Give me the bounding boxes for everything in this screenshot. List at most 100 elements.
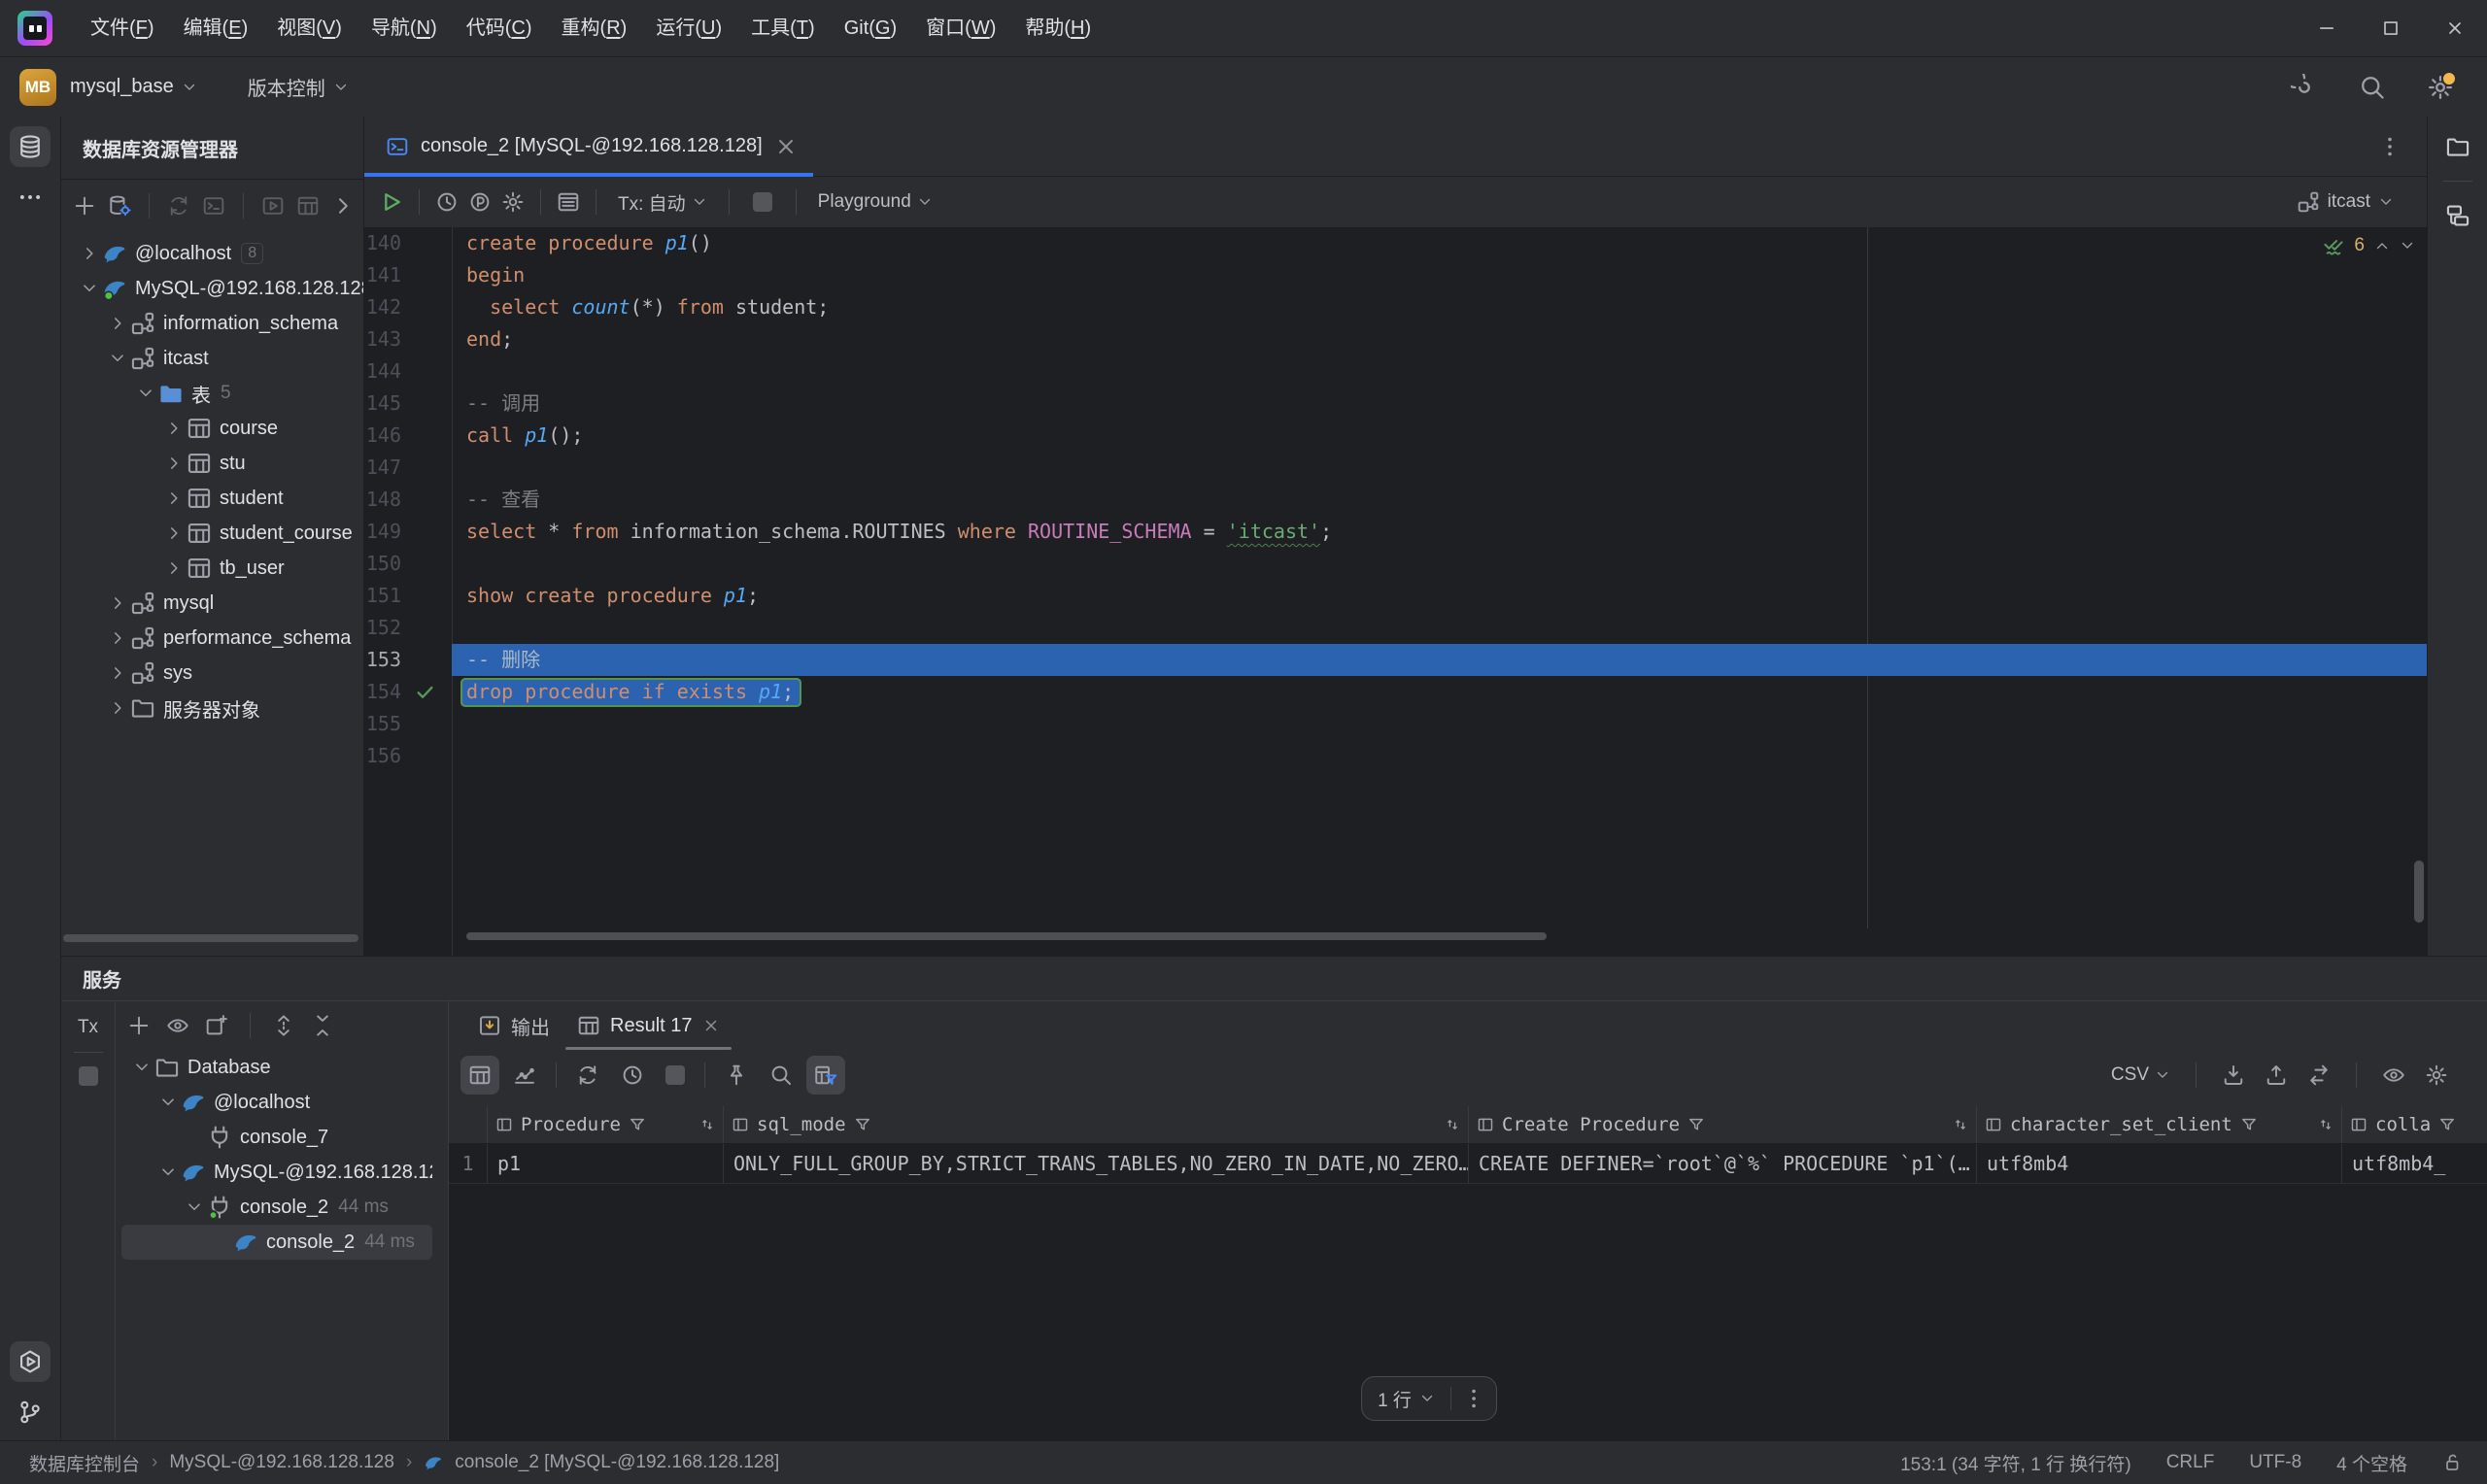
code-line[interactable] [452,708,2427,740]
sort-icon[interactable] [699,1117,715,1132]
tab-close-icon[interactable] [774,135,798,158]
grid-cell[interactable]: utf8mb4 [1977,1144,2342,1183]
files-stripe-button[interactable] [2437,126,2478,167]
chevron-right-icon[interactable] [182,1127,207,1148]
menu-item[interactable]: Git(G) [830,0,911,56]
code-line[interactable] [452,452,2427,484]
code-line[interactable]: -- 删除 [452,644,2427,676]
compare-data-icon[interactable] [2307,1063,2331,1087]
parameters-icon[interactable] [468,190,492,214]
filter-funnel-icon[interactable] [2438,1116,2456,1133]
column-header[interactable]: Create Procedure [1469,1106,1977,1143]
open-in-new-tab-icon[interactable] [205,1014,228,1037]
chevron-right-icon[interactable] [331,194,355,218]
explorer-horizontal-scrollbar[interactable] [63,934,358,942]
breadcrumb-item[interactable]: console_2 [MySQL-@192.168.128.128] [455,1452,779,1473]
grid-cell[interactable]: p1 [488,1144,724,1183]
row-count-pill[interactable]: 1 行 [1361,1376,1497,1421]
explorer-item[interactable]: 表5 [61,376,363,411]
code-line[interactable] [452,740,2427,772]
chevron-right-icon[interactable] [105,662,130,684]
schema-selector[interactable]: itcast [2297,190,2394,214]
explorer-item[interactable]: @localhost8 [61,236,363,271]
chevron-down-icon[interactable] [155,1092,181,1113]
line-ending[interactable]: CRLF [2166,1452,2215,1473]
explorer-item[interactable]: performance_schema [61,621,363,656]
in-editor-results-icon[interactable] [557,190,580,214]
menu-item[interactable]: 编辑(E) [169,0,263,56]
code-area[interactable]: create procedure p1()begin select count(… [452,227,2427,956]
settings-button[interactable] [2427,74,2454,101]
services-item[interactable]: console_244 ms [121,1190,432,1225]
services-item[interactable]: MySQL-@192.168.128.128 [121,1155,432,1190]
explorer-item[interactable]: stu [61,446,363,481]
result-grid-row[interactable]: 1p1ONLY_FULL_GROUP_BY,STRICT_TRANS_TABLE… [449,1144,2487,1184]
menu-item[interactable]: 文件(F) [76,0,169,56]
code-line[interactable]: call p1(); [452,420,2427,452]
chevron-down-icon[interactable] [129,1057,154,1078]
grid-cell[interactable]: CREATE DEFINER=`root`@`%` PROCEDURE `p1`… [1469,1144,1977,1183]
code-line[interactable]: show create procedure p1; [452,580,2427,612]
filter-funnel-icon[interactable] [854,1116,871,1133]
chevron-right-icon[interactable] [161,453,187,474]
tx-toggle[interactable]: Tx [72,1017,105,1038]
output-tab[interactable]: 输出 [464,1001,563,1050]
ai-assistant-icon[interactable] [2291,74,2318,101]
services-item[interactable]: Database [121,1050,432,1085]
tab-close-icon[interactable] [702,1017,720,1034]
code-line[interactable]: drop procedure if exists p1; [452,676,2427,708]
query-history-button[interactable] [613,1056,652,1095]
add-service-icon[interactable] [127,1014,151,1037]
column-header[interactable]: colla [2342,1106,2487,1143]
grid-view-button[interactable] [460,1056,499,1095]
services-item[interactable]: console_7 [121,1120,432,1155]
find-button[interactable] [762,1056,801,1095]
chevron-right-icon[interactable] [77,243,102,264]
menu-item[interactable]: 窗口(W) [911,0,1010,56]
console-settings-icon[interactable] [501,190,525,214]
filter-funnel-icon[interactable] [1687,1116,1705,1133]
inspections-widget[interactable]: 6 [2323,235,2415,256]
chevron-down-icon[interactable] [105,348,130,369]
editor-tab-console2[interactable]: console_2 [MySQL-@192.168.128.128] [364,117,813,176]
sort-icon[interactable] [1953,1117,1968,1132]
explorer-item[interactable]: student_course [61,516,363,551]
add-data-source-icon[interactable] [73,194,96,218]
chevron-right-icon[interactable] [161,488,187,509]
grid-cell[interactable]: ONLY_FULL_GROUP_BY,STRICT_TRANS_TABLES,N… [724,1144,1469,1183]
chevron-down-icon[interactable] [133,383,158,404]
chevron-down-icon[interactable] [77,278,102,299]
filter-button[interactable] [806,1056,845,1095]
project-selector[interactable]: mysql_base [70,76,197,98]
more-options-icon[interactable] [1457,1387,1490,1410]
collapse-all-icon[interactable] [311,1014,334,1037]
breadcrumb-item[interactable]: 数据库控制台 [29,1450,140,1476]
editor-horizontal-scrollbar[interactable] [466,932,1547,940]
export-data-icon[interactable] [2222,1063,2245,1087]
grid-cell[interactable]: utf8mb4_ [2342,1144,2487,1183]
editor-vertical-scrollbar[interactable] [2414,860,2424,923]
services-stripe-button[interactable] [10,1341,51,1382]
caret-position[interactable]: 153:1 (34 字符, 1 行 换行符) [1900,1450,2131,1476]
filter-funnel-icon[interactable] [2240,1116,2258,1133]
result-tab[interactable]: Result 17 [563,1001,733,1050]
sort-icon[interactable] [1445,1117,1460,1132]
chevron-right-icon[interactable] [161,523,187,544]
file-encoding[interactable]: UTF-8 [2249,1452,2301,1473]
history-icon[interactable] [435,190,459,214]
code-line[interactable]: -- 查看 [452,484,2427,516]
git-stripe-button[interactable] [10,1392,51,1433]
tx-mode-selector[interactable]: Tx: 自动 [612,189,713,216]
chevron-right-icon[interactable] [105,627,130,649]
minimize-button[interactable] [2295,0,2359,56]
import-data-icon[interactable] [2265,1063,2288,1087]
explorer-item[interactable]: tb_user [61,551,363,586]
reload-button[interactable] [568,1056,607,1095]
chevron-right-icon[interactable] [161,418,187,439]
more-tool-windows-button[interactable] [10,177,51,218]
editor-body[interactable]: 1401411421431441451461471481491501511521… [364,227,2427,956]
chart-view-button[interactable] [505,1056,544,1095]
chevron-up-icon[interactable] [2374,238,2390,253]
grid-settings-icon[interactable] [2425,1063,2448,1087]
expand-all-icon[interactable] [272,1014,295,1037]
